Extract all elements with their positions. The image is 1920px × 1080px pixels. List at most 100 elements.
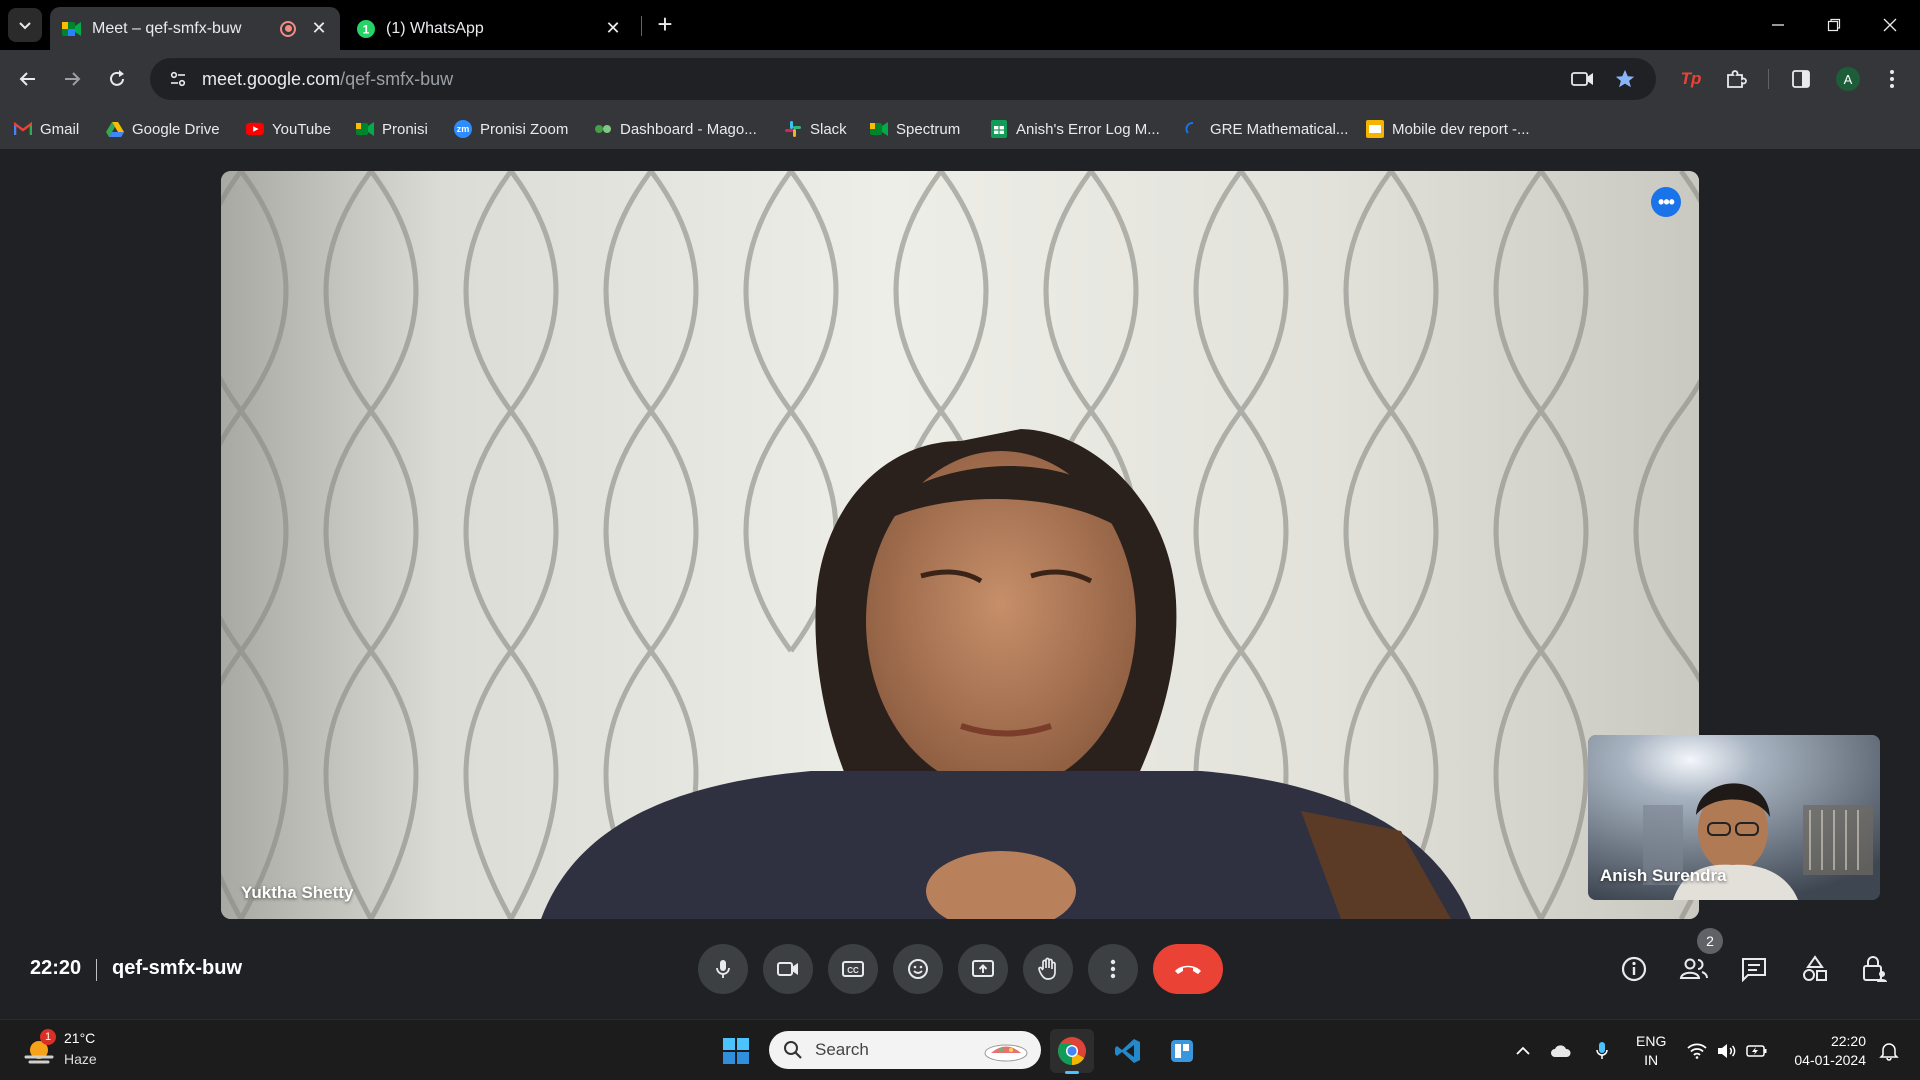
show-hidden-icons-button[interactable] <box>1510 1038 1536 1064</box>
microphone-icon <box>716 960 730 978</box>
people-icon <box>1679 958 1708 979</box>
browser-menu-icon[interactable] <box>1876 63 1908 95</box>
drive-icon <box>106 120 124 138</box>
tile-more-options-button[interactable]: ••• <box>1651 187 1681 217</box>
bookmark-gmail[interactable]: Gmail <box>14 116 79 142</box>
bookmark-mobile-dev-report[interactable]: Mobile dev report -... <box>1366 116 1530 142</box>
bookmark-error-log[interactable]: Anish's Error Log M... <box>990 116 1160 142</box>
side-panel-icon[interactable] <box>1785 63 1817 95</box>
windows-logo-icon <box>723 1038 749 1064</box>
back-button[interactable] <box>12 63 44 95</box>
close-tab-icon[interactable]: ✕ <box>604 18 622 39</box>
call-end-icon <box>1175 965 1201 974</box>
site-info-icon[interactable] <box>164 65 192 93</box>
reload-icon <box>110 70 124 86</box>
bookmark-star-icon[interactable] <box>1612 66 1638 92</box>
weather-temperature[interactable]: 21°C <box>64 1030 95 1046</box>
weather-alert-badge: 1 <box>40 1029 56 1045</box>
taskbar-search-box[interactable]: Search <box>769 1031 1041 1069</box>
forward-button[interactable] <box>56 63 88 95</box>
volume-icon[interactable] <box>1714 1038 1740 1064</box>
meet-favicon-icon <box>62 19 82 39</box>
onedrive-icon[interactable] <box>1548 1038 1574 1064</box>
people-count-badge: 2 <box>1697 928 1723 954</box>
close-window-button[interactable] <box>1862 0 1918 50</box>
bookmark-spectrum[interactable]: Spectrum <box>870 116 960 142</box>
bookmark-dashboard[interactable]: Dashboard - Mago... <box>594 116 757 142</box>
bookmark-google-drive[interactable]: Google Drive <box>106 116 220 142</box>
tp-extension-icon[interactable]: Tp <box>1675 63 1707 95</box>
chat-button[interactable] <box>1733 948 1775 990</box>
meeting-clock: 22:20 <box>30 957 82 979</box>
captions-button[interactable]: CC <box>828 944 878 994</box>
bookmark-pronisi-zoom[interactable]: zm Pronisi Zoom <box>454 116 568 142</box>
tab-separator <box>641 16 642 36</box>
meeting-code: qef-smfx-buw <box>112 957 242 979</box>
bookmark-pronisi[interactable]: Pronisi <box>356 116 428 142</box>
profile-avatar[interactable]: A <box>1832 63 1864 95</box>
weather-description[interactable]: Haze <box>64 1051 97 1067</box>
address-bar[interactable]: meet.google.com/qef-smfx-buw <box>150 58 1656 100</box>
slides-icon <box>1366 120 1384 138</box>
search-placeholder: Search <box>815 1040 869 1059</box>
hand-icon <box>1038 957 1056 980</box>
recording-indicator-icon <box>280 20 296 37</box>
meet-stage: ••• Yuktha Shetty Anish Surendra 22:20 q… <box>0 151 1920 1019</box>
taskbar-chrome[interactable] <box>1050 1029 1094 1074</box>
info-icon <box>1621 956 1647 982</box>
tab-whatsapp[interactable]: 1 (1) WhatsApp ✕ <box>344 7 634 50</box>
minimize-button[interactable] <box>1750 0 1806 50</box>
present-screen-button[interactable] <box>958 944 1008 994</box>
self-view-tile: Anish Surendra <box>1588 735 1880 900</box>
svg-text:1: 1 <box>363 22 370 36</box>
camera-button[interactable] <box>763 944 813 994</box>
reactions-button[interactable] <box>893 944 943 994</box>
more-options-button[interactable] <box>1088 944 1138 994</box>
meeting-details-button[interactable] <box>1613 948 1655 990</box>
search-icon <box>784 1041 802 1059</box>
close-icon <box>1883 18 1897 32</box>
taskbar-app-window[interactable] <box>1160 1029 1204 1073</box>
tab-title: Meet – qef-smfx-buw <box>92 19 242 37</box>
browser-toolbar: meet.google.com/qef-smfx-buw Tp A <box>0 50 1920 108</box>
microphone-in-use-icon[interactable] <box>1589 1038 1615 1064</box>
microphone-button[interactable] <box>698 944 748 994</box>
dashboard-icon <box>594 120 612 138</box>
extensions-puzzle-icon[interactable] <box>1720 63 1752 95</box>
meet-icon <box>356 120 374 138</box>
battery-icon[interactable] <box>1744 1038 1770 1064</box>
bookmarks-bar: Gmail Google Drive YouTube Pronisi zm Pr… <box>0 108 1920 150</box>
wifi-icon[interactable] <box>1684 1038 1710 1064</box>
whatsapp-favicon-icon: 1 <box>356 19 376 39</box>
start-button[interactable] <box>714 1029 758 1073</box>
leave-call-button[interactable] <box>1153 944 1223 994</box>
input-language-indicator[interactable]: ENG IN <box>1636 1032 1666 1070</box>
close-tab-icon[interactable]: ✕ <box>310 18 328 39</box>
emoji-icon <box>908 959 928 979</box>
tab-strip: Meet – qef-smfx-buw ✕ 1 (1) WhatsApp ✕ + <box>0 0 1920 50</box>
bookmark-gre[interactable]: GRE Mathematical... <box>1184 116 1348 142</box>
new-tab-button[interactable]: + <box>650 10 680 40</box>
forward-arrow-icon <box>65 72 81 86</box>
meet-icon <box>870 120 888 138</box>
reload-button[interactable] <box>101 63 133 95</box>
notifications-icon[interactable] <box>1876 1038 1902 1064</box>
system-clock[interactable]: 22:20 04-01-2024 <box>1780 1032 1866 1070</box>
vscode-icon <box>1115 1039 1140 1063</box>
closed-captions-icon: CC <box>842 961 864 977</box>
bookmark-slack[interactable]: Slack <box>784 116 847 142</box>
bookmark-youtube[interactable]: YouTube <box>246 116 331 142</box>
restore-icon <box>1827 18 1841 32</box>
svg-text:CC: CC <box>847 966 859 975</box>
main-participant-name: Yuktha Shetty <box>241 883 354 902</box>
host-controls-button[interactable] <box>1854 948 1896 990</box>
people-button[interactable] <box>1673 948 1715 990</box>
camera-in-use-icon[interactable] <box>1570 66 1596 92</box>
taskbar-vscode[interactable] <box>1106 1029 1150 1073</box>
activities-button[interactable] <box>1794 948 1836 990</box>
raise-hand-button[interactable] <box>1023 944 1073 994</box>
restore-button[interactable] <box>1806 0 1862 50</box>
tab-meet[interactable]: Meet – qef-smfx-buw ✕ <box>50 7 340 50</box>
tab-search-button[interactable] <box>8 8 42 42</box>
slack-icon <box>784 120 802 138</box>
